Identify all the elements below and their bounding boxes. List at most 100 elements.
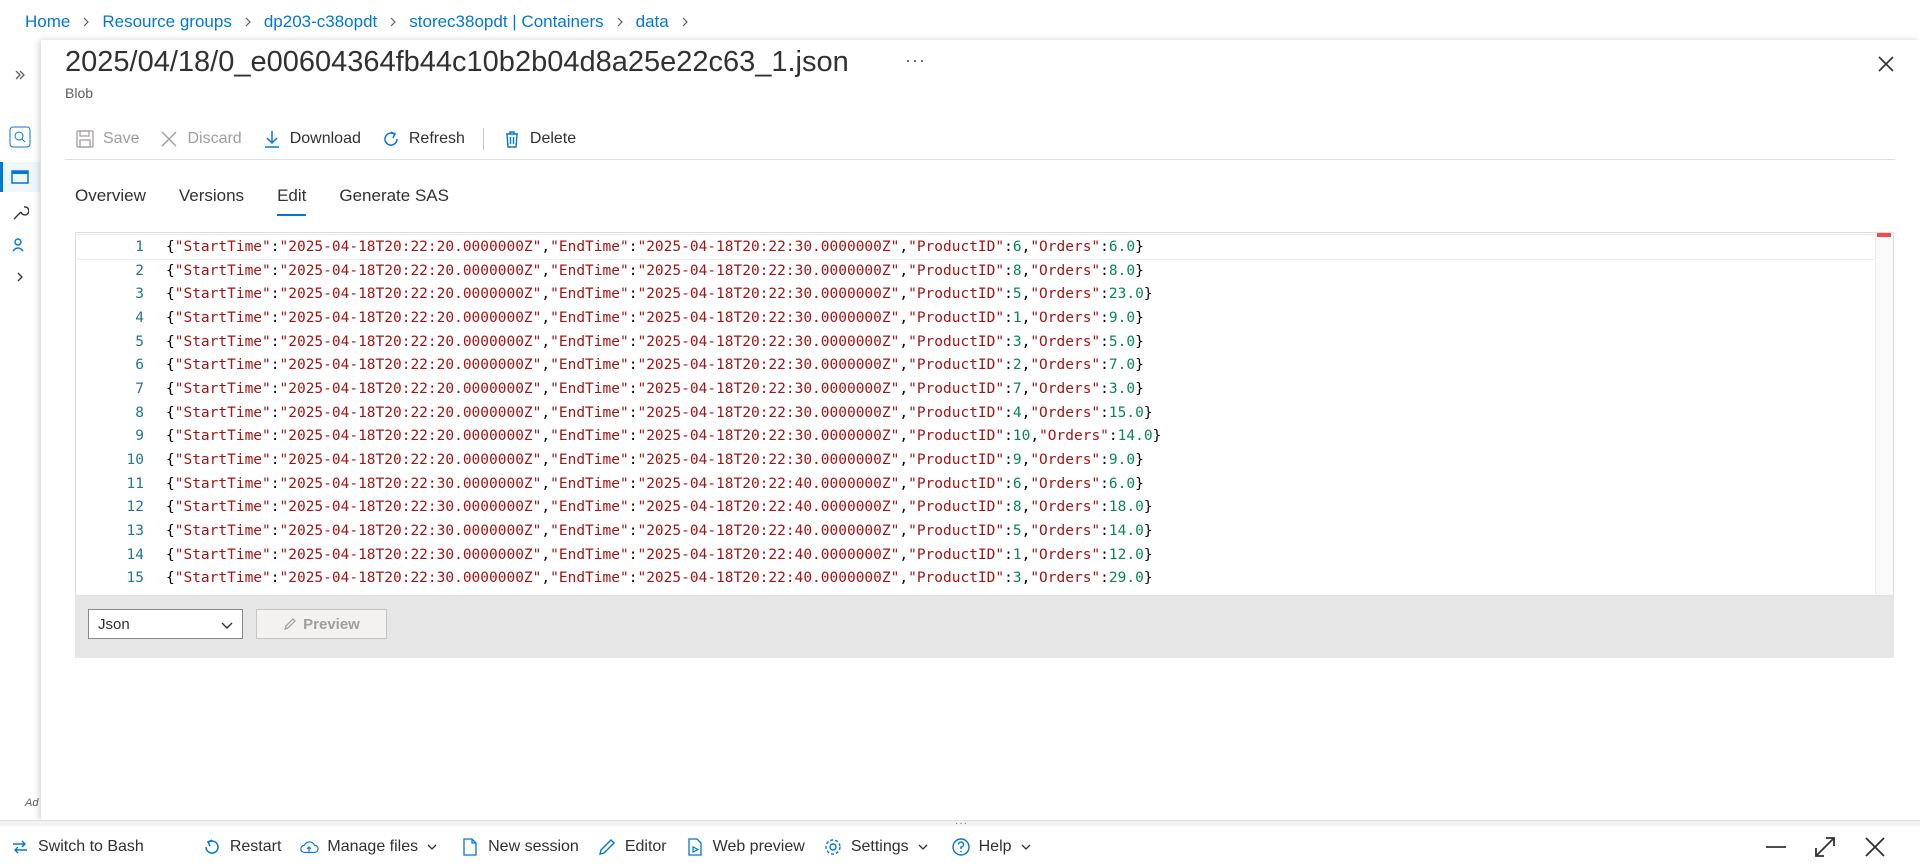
chevron-right-icon[interactable] [0,262,40,292]
json-key: "EndTime" [550,475,629,492]
editor-line[interactable]: 9 {"StartTime":"2025-04-18T20:22:20.00000… [76,425,1893,449]
json-punct: : [1100,286,1109,303]
refresh-button[interactable]: Refresh [371,123,475,155]
discard-button[interactable]: Discard [149,123,251,155]
new-session-button[interactable]: New session [460,831,579,863]
editor-line[interactable]: 10 {"StartTime":"2025-04-18T20:22:20.0000… [76,448,1893,472]
editor-line[interactable]: 6 {"StartTime":"2025-04-18T20:22:20.00000… [76,353,1893,377]
delete-label: Delete [529,129,577,147]
code-editor[interactable]: 1 {"StartTime":"2025-04-18T20:22:20.00000… [75,232,1894,596]
json-punct: { [166,499,175,516]
json-punct: } [1135,380,1144,397]
help-button[interactable]: Help [951,831,1032,863]
overview-icon[interactable] [0,162,40,192]
line-number: 6 [135,357,144,374]
json-string-text: 2025-04-18T20:22:30.0000000Z [288,523,533,540]
tab-versions[interactable]: Versions [179,180,244,216]
json-key: "Orders" [1030,380,1101,397]
download-button[interactable]: Download [252,123,371,155]
json-string-value: "2025-04-18T20:22:30.0000000Z" [279,570,542,587]
access-control-icon[interactable] [0,230,40,260]
json-punct: : [1004,380,1013,397]
tab-overview[interactable]: Overview [75,180,146,216]
editor-line[interactable]: 14 {"StartTime":"2025-04-18T20:22:30.0000… [76,543,1893,567]
editor-line[interactable]: 13 {"StartTime":"2025-04-18T20:22:30.0000… [76,519,1893,543]
json-punct: , [541,309,551,326]
json-punct: : [1100,475,1109,492]
web-preview-button[interactable]: Web preview [685,831,805,863]
settings-button[interactable]: Settings [823,831,929,863]
json-punct: : [1004,523,1013,540]
restart-button[interactable]: Restart [202,831,281,863]
editor-line[interactable]: 8 {"StartTime":"2025-04-18T20:22:20.00000… [76,401,1893,425]
editor-line[interactable]: 15 {"StartTime":"2025-04-18T20:22:30.0000… [76,567,1893,591]
json-string-text: 2025-04-18T20:22:20.0000000Z [288,309,533,326]
json-string-value: "2025-04-18T20:22:30.0000000Z" [279,546,542,563]
tab-edit[interactable]: Edit [277,180,307,216]
json-punct: , [1030,428,1040,445]
json-number-value: 23.0 [1108,286,1144,303]
search-icon[interactable] [0,122,40,152]
json-string-text: 2025-04-18T20:22:30.0000000Z [646,428,891,445]
json-number-value: 2 [1012,357,1022,374]
editor-line[interactable]: 11 {"StartTime":"2025-04-18T20:22:30.0000… [76,472,1893,496]
json-string-value: "2025-04-18T20:22:30.0000000Z" [637,357,900,374]
preview-button[interactable]: Preview [256,609,387,639]
editor-lines[interactable]: 1 {"StartTime":"2025-04-18T20:22:20.00000… [76,234,1893,595]
json-key: "ProductID" [908,570,1005,587]
json-punct: : [1100,523,1109,540]
line-code: {"StartTime":"2025-04-18T20:22:30.000000… [166,547,1153,563]
breadcrumb-resource-group[interactable]: dp203-c38opdt [264,12,377,32]
wrench-icon[interactable] [0,198,40,228]
json-key: "Orders" [1030,452,1101,469]
json-string-value: "2025-04-18T20:22:30.0000000Z" [637,309,900,326]
json-key: "StartTime" [174,452,271,469]
json-string-text: 2025-04-18T20:22:20.0000000Z [288,404,533,421]
breadcrumb-home[interactable]: Home [25,12,70,32]
json-key: "ProductID" [908,404,1005,421]
json-number-value: 6 [1012,475,1022,492]
chevron-right-icon [614,16,626,28]
close-shell-icon[interactable] [1862,834,1888,860]
json-string-value: "2025-04-18T20:22:40.0000000Z" [637,475,900,492]
manage-files-button[interactable]: Manage files [299,831,438,863]
editor-line[interactable]: 5 {"StartTime":"2025-04-18T20:22:20.00000… [76,330,1893,354]
minimize-icon[interactable] [1763,834,1789,860]
json-punct: : [1100,546,1109,563]
language-select[interactable]: Json [88,609,243,639]
json-string-text: 2025-04-18T20:22:30.0000000Z [646,262,891,279]
editor-line[interactable]: 7 {"StartTime":"2025-04-18T20:22:20.00000… [76,377,1893,401]
json-punct: : [270,499,280,516]
editor-line[interactable]: 1 {"StartTime":"2025-04-18T20:22:20.00000… [76,234,1893,260]
json-number-value: 9.0 [1108,309,1136,326]
editor-scrollbar[interactable] [1875,233,1893,595]
download-label: Download [289,129,361,147]
json-punct: , [541,428,551,445]
expand-menu-icon[interactable] [0,60,40,90]
json-punct: , [541,262,551,279]
json-punct: : [1004,333,1013,350]
editor-line[interactable]: 12 {"StartTime":"2025-04-18T20:22:30.0000… [76,496,1893,520]
save-button[interactable]: Save [65,123,149,155]
json-string-text: 2025-04-18T20:22:20.0000000Z [288,428,533,445]
json-number-value: 8 [1012,499,1022,516]
more-options-button[interactable]: ··· [905,50,926,71]
editor-line[interactable]: 3 {"StartTime":"2025-04-18T20:22:20.00000… [76,282,1893,306]
new-session-label: New session [488,838,579,855]
json-punct: , [541,238,551,255]
breadcrumb-containers[interactable]: storec38opdt | Containers [409,12,603,32]
breadcrumb-resource-groups[interactable]: Resource groups [102,12,231,32]
editor-line[interactable]: 2 {"StartTime":"2025-04-18T20:22:20.00000… [76,259,1893,283]
delete-button[interactable]: Delete [492,123,586,155]
breadcrumb-data[interactable]: data [636,12,669,32]
line-code: {"StartTime":"2025-04-18T20:22:20.000000… [166,239,1144,255]
maximize-icon[interactable] [1812,834,1838,860]
json-string-value: "2025-04-18T20:22:30.0000000Z" [637,333,900,350]
close-icon[interactable] [1874,52,1898,76]
tab-generate-sas[interactable]: Generate SAS [339,180,449,216]
editor-button[interactable]: Editor [597,831,667,863]
switch-to-bash-button[interactable]: Switch to Bash [10,831,144,863]
json-number-value: 10 [1012,428,1031,445]
editor-line[interactable]: 4 {"StartTime":"2025-04-18T20:22:20.00000… [76,306,1893,330]
json-key: "Orders" [1030,475,1101,492]
